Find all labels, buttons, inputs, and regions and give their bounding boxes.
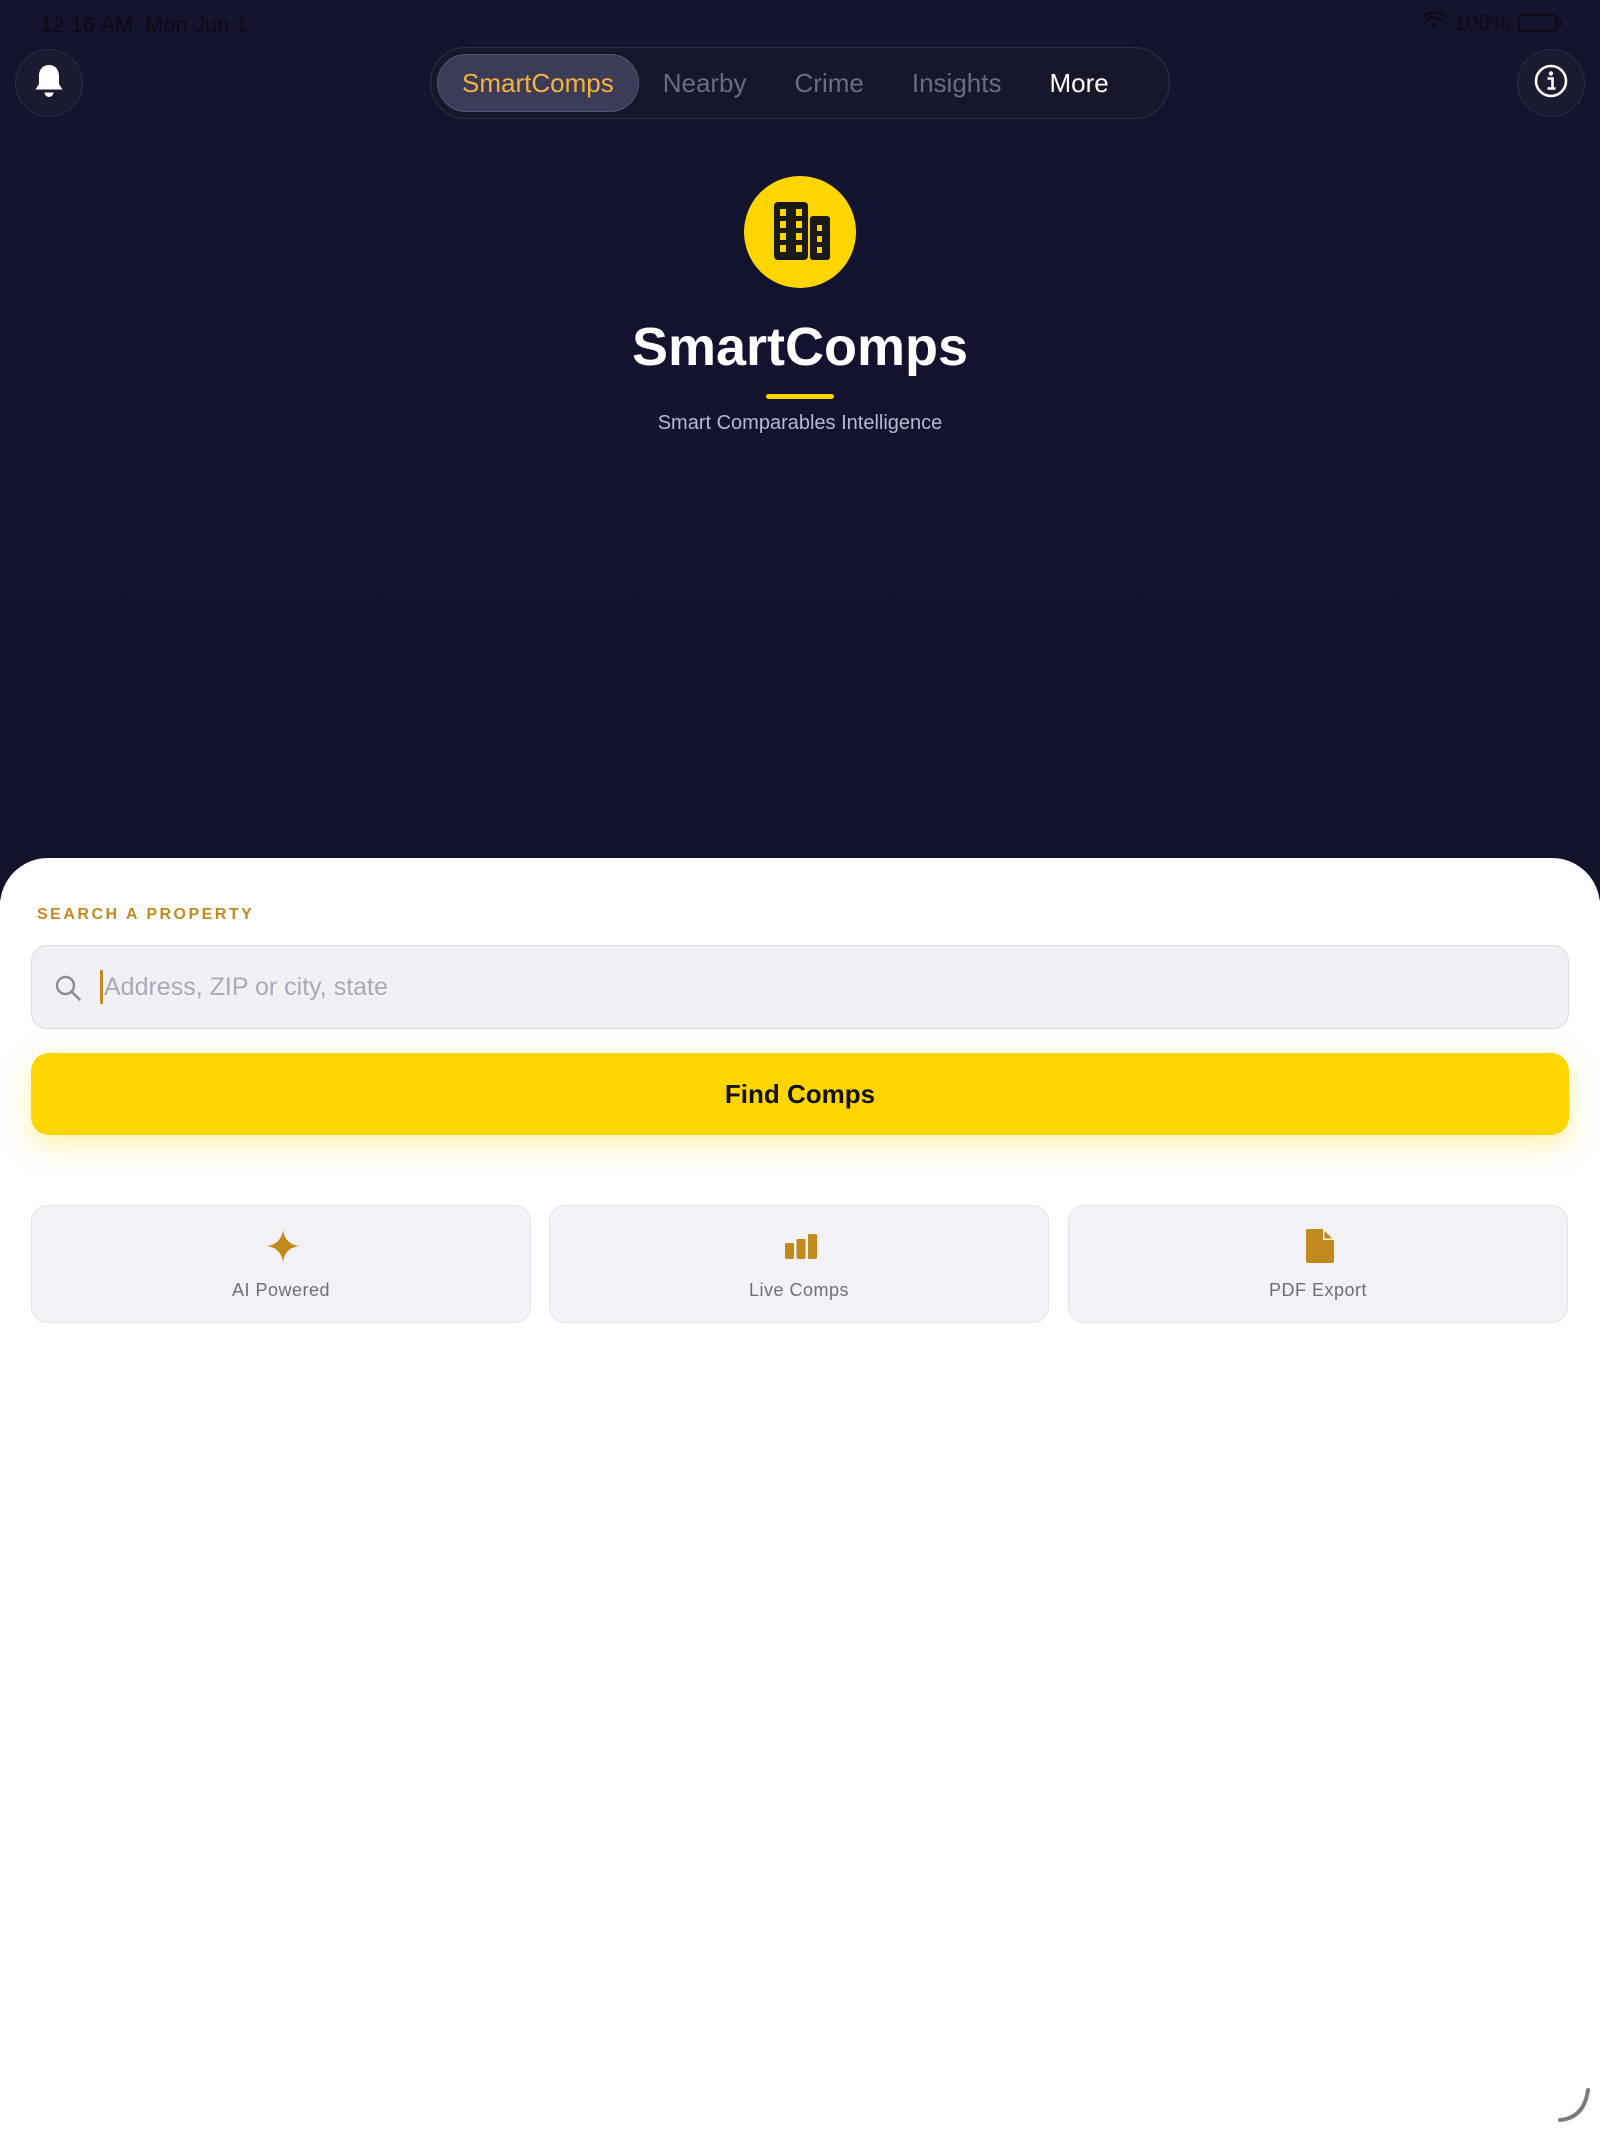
status-date: Mon Jun 1 <box>145 12 248 37</box>
feature-label: Live Comps <box>748 1280 850 1300</box>
document-icon <box>1302 1228 1338 1264</box>
find-comps-button[interactable]: Find Comps <box>31 1053 1569 1135</box>
feature-label: PDF Export <box>1268 1280 1368 1300</box>
status-bar: 12:16 AM Mon Jun 1 100% <box>0 0 1600 48</box>
search-sheet: SEARCH A PROPERTY Find Comps AI Powered <box>0 858 1600 2133</box>
tab-nearby[interactable]: Nearby <box>639 54 771 112</box>
tab-more[interactable]: More <box>1025 54 1132 112</box>
search-icon <box>54 974 82 1007</box>
battery-percent: 100% <box>1453 10 1510 35</box>
status-indicators: 100% <box>1421 10 1562 36</box>
feature-card-pdf-export: PDF Export <box>1068 1205 1568 1323</box>
info-button[interactable] <box>1517 49 1585 117</box>
top-tab-bar: SmartComps Nearby Crime Insights More <box>430 47 1170 119</box>
search-field[interactable] <box>31 945 1569 1029</box>
feature-card-live-comps: Live Comps <box>549 1205 1049 1323</box>
hero-section: 12:16 AM Mon Jun 1 100% SmartComps Nearb… <box>0 0 1600 900</box>
app-logo <box>744 176 856 288</box>
feature-card-ai-powered: AI Powered <box>31 1205 531 1323</box>
app-title: SmartComps <box>631 317 969 377</box>
title-underline <box>766 394 834 399</box>
status-time: 12:16 AM <box>40 12 133 37</box>
section-label: SEARCH A PROPERTY <box>37 906 255 923</box>
tab-insights[interactable]: Insights <box>888 54 1026 112</box>
bar-chart-icon <box>783 1228 819 1264</box>
search-input[interactable] <box>104 960 1544 1014</box>
tab-crime[interactable]: Crime <box>771 54 888 112</box>
text-cursor <box>100 970 103 1004</box>
wifi-icon <box>1421 10 1446 36</box>
info-icon <box>1533 63 1569 104</box>
building-icon <box>764 194 836 271</box>
tab-smartcomps[interactable]: SmartComps <box>437 54 639 112</box>
feature-label: AI Powered <box>231 1280 331 1300</box>
notifications-button[interactable] <box>15 49 83 117</box>
app-subtitle: Smart Comparables Intelligence <box>657 412 943 434</box>
resize-handle-icon <box>1554 2084 1594 2129</box>
sparkle-icon <box>265 1228 301 1264</box>
bell-icon <box>33 63 65 104</box>
battery-icon <box>1518 14 1562 32</box>
